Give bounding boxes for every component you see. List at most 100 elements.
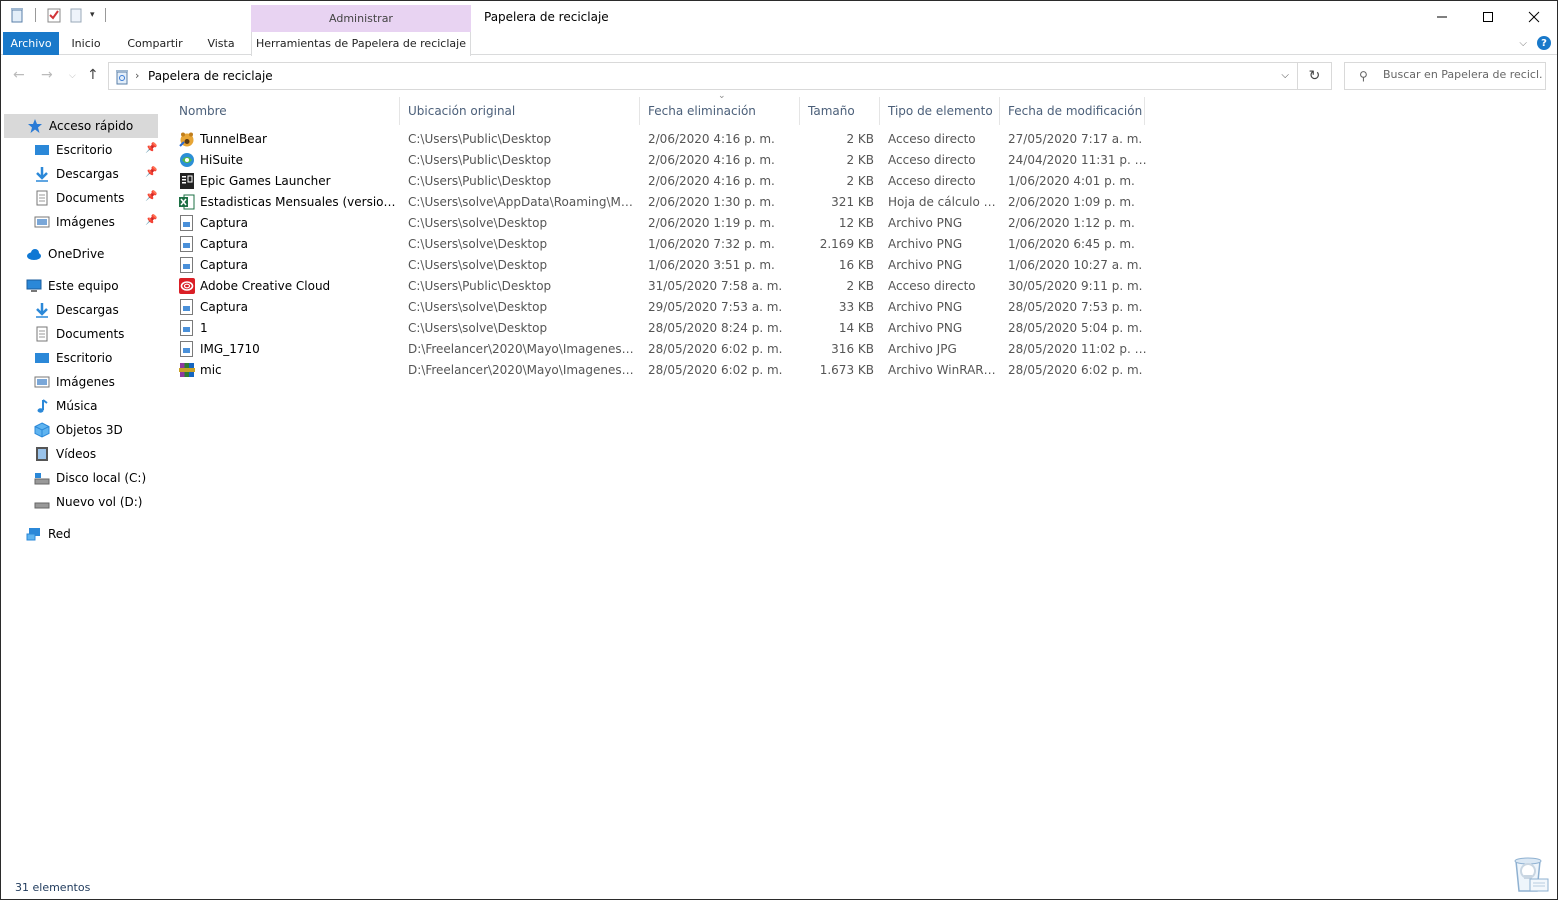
breadcrumb-current[interactable]: Papelera de reciclaje	[148, 69, 273, 83]
sidebar-item-videos[interactable]: Vídeos	[34, 442, 96, 466]
close-button[interactable]	[1511, 1, 1557, 32]
file-type: Acceso directo	[888, 153, 976, 167]
file-original-location: D:\Freelancer\2020\Mayo\Imagenes\Sub...	[408, 342, 636, 356]
search-icon: ⚲	[1359, 69, 1368, 83]
column-header-ubicacion[interactable]: Ubicación original	[400, 97, 640, 125]
file-modified-date: 24/04/2020 11:31 p. m.	[1008, 153, 1148, 167]
maximize-button[interactable]	[1465, 1, 1511, 32]
breadcrumb-separator[interactable]: ›	[135, 69, 139, 82]
sidebar-item-label: Imágenes	[56, 215, 115, 229]
file-size: 12 KB	[838, 216, 874, 230]
expand-ribbon-icon[interactable]: ⌵	[1519, 38, 1527, 49]
column-header-fecha-eliminacion[interactable]: Fecha eliminación	[640, 97, 800, 125]
file-row[interactable]: TunnelBear C:\Users\Public\Desktop 2/06/…	[171, 129, 1146, 150]
file-row[interactable]: Captura C:\Users\solve\Desktop 1/06/2020…	[171, 234, 1146, 255]
file-row[interactable]: 1 C:\Users\solve\Desktop 28/05/2020 8:24…	[171, 318, 1146, 339]
sidebar-item-documents[interactable]: Documents	[34, 186, 124, 210]
column-header-fecha-modificacion[interactable]: Fecha de modificación	[1000, 97, 1145, 125]
file-name: HiSuite	[200, 153, 244, 167]
file-row[interactable]: Adobe Creative Cloud C:\Users\Public\Des…	[171, 276, 1146, 297]
file-deleted-date: 28/05/2020 6:02 p. m.	[648, 342, 783, 356]
minimize-button[interactable]	[1419, 1, 1465, 32]
file-original-location: C:\Users\Public\Desktop	[408, 174, 552, 188]
file-modified-date: 2/06/2020 1:09 p. m.	[1008, 195, 1135, 209]
file-row[interactable]: HiSuite C:\Users\Public\Desktop 2/06/202…	[171, 150, 1148, 171]
file-size: 316 KB	[831, 342, 874, 356]
recycle-bin-icon	[1506, 849, 1550, 895]
file-original-location: C:\Users\solve\Desktop	[408, 321, 548, 335]
forward-arrow-icon[interactable]: →	[41, 67, 53, 83]
properties-icon[interactable]	[46, 7, 62, 23]
sidebar-item-descargas-pc[interactable]: Descargas	[34, 298, 119, 322]
qat-customize-dropdown-icon[interactable]: ▾	[90, 10, 95, 20]
file-row[interactable]: IMG_1710 D:\Freelancer\2020\Mayo\Imagene…	[171, 339, 1148, 360]
file-row[interactable]: Captura C:\Users\solve\Desktop 2/06/2020…	[171, 213, 1146, 234]
navigation-pane: Acceso rápido Escritorio 📌 Descargas 📌 D…	[1, 105, 161, 875]
column-header-tamano[interactable]: Tamaño	[800, 97, 880, 125]
address-history-chevron-icon[interactable]: ⌵	[1281, 70, 1289, 81]
pin-icon: 📌	[145, 143, 158, 154]
tab-herramientas-papelera[interactable]: Herramientas de Papelera de reciclaje	[251, 32, 471, 56]
image-file-icon	[179, 299, 195, 315]
file-modified-date: 1/06/2020 4:01 p. m.	[1008, 174, 1135, 188]
search-input[interactable]	[1383, 68, 1543, 81]
sidebar-item-imagenes-pc[interactable]: Imágenes	[34, 370, 115, 394]
recycle-bin-icon	[114, 69, 130, 85]
refresh-button[interactable]: ↻	[1298, 62, 1332, 90]
tab-inicio[interactable]: Inicio	[63, 32, 109, 55]
sidebar-item-objetos-3d[interactable]: Objetos 3D	[34, 418, 123, 442]
tab-vista[interactable]: Vista	[199, 32, 243, 55]
tab-compartir[interactable]: Compartir	[119, 32, 191, 55]
qat-divider	[104, 8, 106, 22]
file-original-location: C:\Users\solve\Desktop	[408, 237, 548, 251]
sidebar-item-acceso-rapido[interactable]: Acceso rápido	[4, 114, 158, 138]
sidebar-item-label: Escritorio	[56, 143, 113, 157]
file-modified-date: 28/05/2020 7:53 p. m.	[1008, 300, 1143, 314]
search-box[interactable]: ⚲	[1344, 62, 1546, 90]
image-file-icon	[179, 257, 195, 273]
file-size: 2 KB	[846, 279, 874, 293]
computer-icon	[26, 278, 42, 294]
file-deleted-date: 2/06/2020 4:16 p. m.	[648, 153, 775, 167]
sidebar-item-escritorio-pc[interactable]: Escritorio	[34, 346, 112, 370]
sidebar-item-label: Imágenes	[56, 375, 115, 389]
address-bar[interactable]: › Papelera de reciclaje ⌵	[108, 62, 1298, 90]
file-size: 33 KB	[838, 300, 874, 314]
help-icon[interactable]: ?	[1537, 36, 1551, 50]
file-original-location: C:\Users\Public\Desktop	[408, 153, 552, 167]
file-original-location: C:\Users\solve\Desktop	[408, 258, 548, 272]
sidebar-item-este-equipo[interactable]: Este equipo	[26, 274, 119, 298]
recycle-bin-small-icon[interactable]	[9, 7, 25, 23]
sidebar-item-documents-pc[interactable]: Documents	[34, 322, 124, 346]
file-row[interactable]: Estadisticas Mensuales (version 1) C:\Us…	[171, 192, 1146, 213]
column-header-tipo[interactable]: Tipo de elemento	[880, 97, 1000, 125]
file-modified-date: 1/06/2020 6:45 p. m.	[1008, 237, 1135, 251]
ribbon-tabs: Archivo Inicio Compartir Vista Herramien…	[1, 32, 1557, 56]
file-row[interactable]: Captura C:\Users\solve\Desktop 1/06/2020…	[171, 255, 1146, 276]
column-header-nombre[interactable]: Nombre	[171, 97, 400, 125]
music-icon	[34, 398, 50, 414]
epic-games-icon	[179, 173, 195, 189]
sidebar-item-escritorio[interactable]: Escritorio	[34, 138, 112, 162]
sidebar-item-disco-local-c[interactable]: Disco local (C:)	[34, 466, 146, 490]
sidebar-item-onedrive[interactable]: OneDrive	[26, 242, 104, 266]
sidebar-item-nuevo-vol-d[interactable]: Nuevo vol (D:)	[34, 490, 142, 514]
image-file-icon	[179, 320, 195, 336]
image-file-icon	[179, 236, 195, 252]
up-arrow-icon[interactable]: ↑	[87, 67, 99, 83]
new-folder-icon[interactable]	[68, 7, 84, 23]
sidebar-item-red[interactable]: Red	[26, 522, 71, 546]
file-modified-date: 28/05/2020 11:02 p. m.	[1008, 342, 1148, 356]
file-row[interactable]: Epic Games Launcher C:\Users\Public\Desk…	[171, 171, 1146, 192]
back-arrow-icon[interactable]: ←	[13, 67, 25, 83]
tab-archivo[interactable]: Archivo	[3, 32, 59, 55]
file-row[interactable]: Captura C:\Users\solve\Desktop 29/05/202…	[171, 297, 1146, 318]
sidebar-item-musica[interactable]: Música	[34, 394, 98, 418]
sidebar-item-imagenes[interactable]: Imágenes	[34, 210, 115, 234]
file-row[interactable]: mic D:\Freelancer\2020\Mayo\Imagenes\Sub…	[171, 360, 1146, 381]
recent-locations-icon[interactable]: ⌵	[69, 71, 76, 81]
file-deleted-date: 31/05/2020 7:58 a. m.	[648, 279, 783, 293]
close-icon	[1528, 11, 1540, 22]
sidebar-item-descargas[interactable]: Descargas	[34, 162, 119, 186]
tunnelbear-icon	[179, 131, 195, 147]
